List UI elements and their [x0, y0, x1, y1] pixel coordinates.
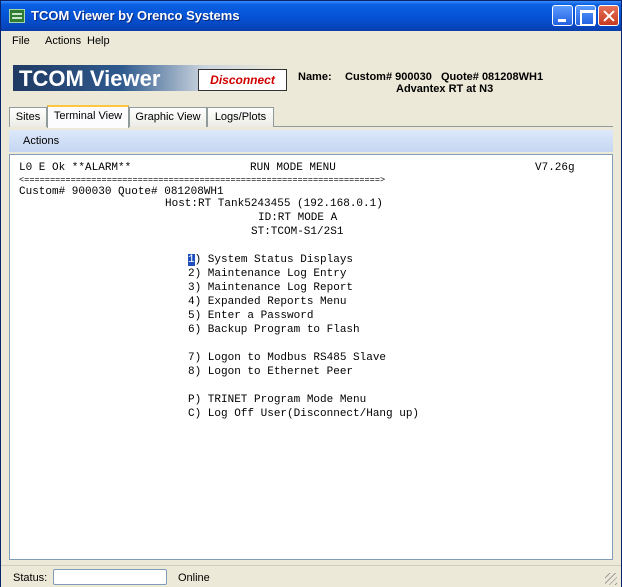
site-name-line2: Advantex RT at N3 [396, 83, 494, 95]
terminal-menu-item: 8) Logon to Ethernet Peer [188, 366, 354, 378]
menu-help[interactable]: Help [87, 35, 110, 47]
terminal-custom-line: Custom# 900030 Quote# 081208WH1 [19, 186, 224, 198]
app-icon [9, 9, 25, 23]
window-title: TCOM Viewer by Orenco Systems [31, 8, 240, 23]
resize-grip-icon[interactable] [605, 573, 617, 585]
terminal-separator: <=======================================… [19, 175, 386, 185]
terminal-menu-item: C) Log Off User(Disconnect/Hang up) [188, 408, 420, 420]
status-label: Status: [13, 572, 48, 584]
title-bar[interactable]: TCOM Viewer by Orenco Systems [1, 1, 621, 31]
tab-graphic-view[interactable]: Graphic View [129, 107, 207, 127]
menu-bar: File Actions Help [1, 31, 621, 51]
close-button[interactable] [598, 5, 619, 26]
terminal-menu-item: 6) Backup Program to Flash [188, 324, 360, 336]
terminal-host-line: Host:RT Tank5243455 (192.168.0.1) [165, 198, 383, 210]
terminal-menu-item: P) TRINET Program Mode Menu [188, 394, 367, 406]
menu-actions[interactable]: Actions [45, 35, 81, 47]
terminal-menu-item: 4) Expanded Reports Menu [188, 296, 347, 308]
actions-bar: Actions [9, 130, 613, 152]
terminal-menu-item: 1) System Status Displays [188, 254, 353, 266]
terminal-id-line: ID:RT MODE A [258, 212, 338, 224]
header: TCOM Viewer Disconnect Name: Custom# 900… [5, 61, 617, 101]
terminal-menu-title: RUN MODE MENU [250, 162, 336, 174]
terminal-menu-item: 5) Enter a Password [188, 310, 314, 322]
site-name-line1: Custom# 900030 Quote# 081208WH1 [345, 71, 544, 83]
tab-terminal-view[interactable]: Terminal View [47, 105, 129, 128]
terminal-version: V7.26g [535, 162, 575, 174]
app-window: TCOM Viewer by Orenco Systems File Actio… [0, 0, 622, 587]
status-field [53, 569, 167, 585]
name-label: Name: [298, 71, 332, 83]
terminal-menu-item-1: ) System Status Displays [194, 254, 354, 266]
status-bar: Status: Online [1, 565, 621, 587]
minimize-button[interactable] [552, 5, 573, 26]
terminal-status-left: L0 E Ok **ALARM** [19, 162, 132, 174]
terminal-menu-item: 3) Maintenance Log Report [188, 282, 354, 294]
status-value: Online [178, 572, 210, 584]
actions-menu[interactable]: Actions [23, 135, 59, 147]
terminal-cursor: 1 [188, 254, 195, 266]
tab-logs-plots[interactable]: Logs/Plots [207, 107, 274, 127]
menu-file[interactable]: File [12, 35, 30, 47]
terminal-screen[interactable]: L0 E Ok **ALARM** RUN MODE MENU V7.26g <… [9, 154, 613, 560]
terminal-st-line: ST:TCOM-S1/2S1 [251, 226, 344, 238]
disconnect-button[interactable]: Disconnect [198, 69, 287, 91]
terminal-menu-item: 7) Logon to Modbus RS485 Slave [188, 352, 387, 364]
logo-text: TCOM Viewer [19, 66, 161, 91]
tab-sites[interactable]: Sites [9, 107, 47, 127]
site-name: Custom# 900030 Quote# 081208WH1 Advantex… [345, 71, 543, 95]
maximize-button[interactable] [575, 5, 596, 26]
terminal-menu-item: 2) Maintenance Log Entry [188, 268, 347, 280]
